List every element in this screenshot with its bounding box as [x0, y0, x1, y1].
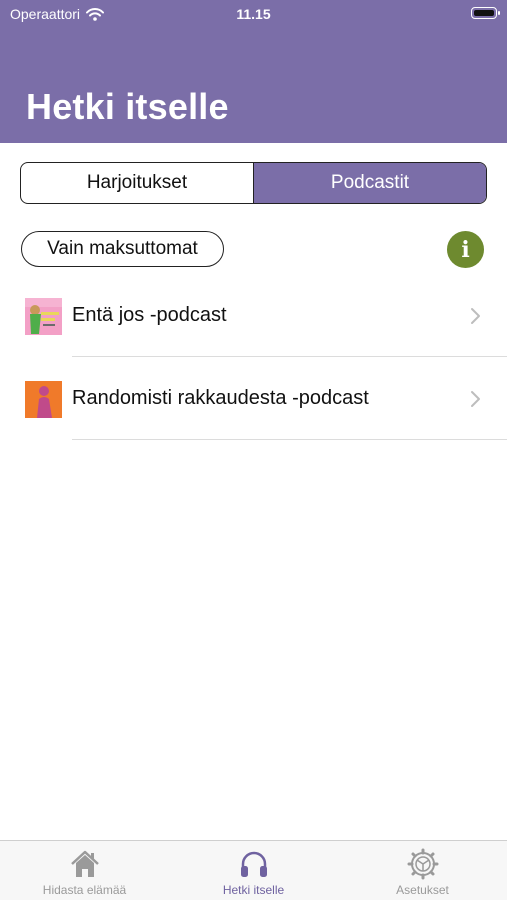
- settings-icon: [407, 848, 438, 880]
- podcast-title: Entä jos -podcast: [72, 304, 227, 326]
- segmented-control: Harjoitukset Podcastit: [20, 162, 487, 204]
- tab-label: Asetukset: [396, 883, 449, 897]
- tab-hidasta-elamaa[interactable]: Hidasta elämää: [0, 841, 169, 900]
- header: Operaattori 11.15 Hetki itselle: [0, 0, 507, 143]
- randomisti-cover-thumbnail: [25, 381, 62, 418]
- tab-podcastit[interactable]: Podcastit: [253, 163, 486, 203]
- podcast-list-item[interactable]: Entä jos -podcast: [0, 282, 507, 364]
- tab-hetki-itselle[interactable]: Hetki itselle: [169, 841, 338, 900]
- tab-asetukset[interactable]: Asetukset: [338, 841, 507, 900]
- chevron-right-icon: [471, 391, 480, 407]
- page-title: Hetki itselle: [26, 86, 229, 127]
- tab-harjoitukset[interactable]: Harjoitukset: [21, 163, 253, 203]
- list-separator: [72, 439, 507, 440]
- chevron-right-icon: [471, 308, 480, 324]
- tab-label: Hidasta elämää: [42, 883, 127, 897]
- free-only-filter-button[interactable]: Vain maksuttomat: [21, 231, 224, 267]
- podcast-title: Randomisti rakkaudesta -podcast: [72, 387, 369, 409]
- info-icon[interactable]: i: [447, 231, 484, 268]
- list-separator: [72, 356, 507, 357]
- enta-jos-cover-thumbnail: [25, 298, 62, 335]
- headphones-icon: [240, 851, 267, 877]
- podcast-list-item[interactable]: Randomisti rakkaudesta -podcast: [0, 365, 507, 447]
- battery-icon: [471, 7, 500, 19]
- status-bar: Operaattori 11.15: [0, 0, 507, 28]
- tab-label: Hetki itselle: [222, 883, 285, 897]
- tab-bar: Hidasta elämää Hetki itselle Asetukset: [0, 840, 507, 900]
- app-screen: Operaattori 11.15 Hetki itselle Harjoitu…: [0, 0, 507, 900]
- status-time: 11.15: [236, 6, 271, 22]
- home-icon: [70, 850, 99, 877]
